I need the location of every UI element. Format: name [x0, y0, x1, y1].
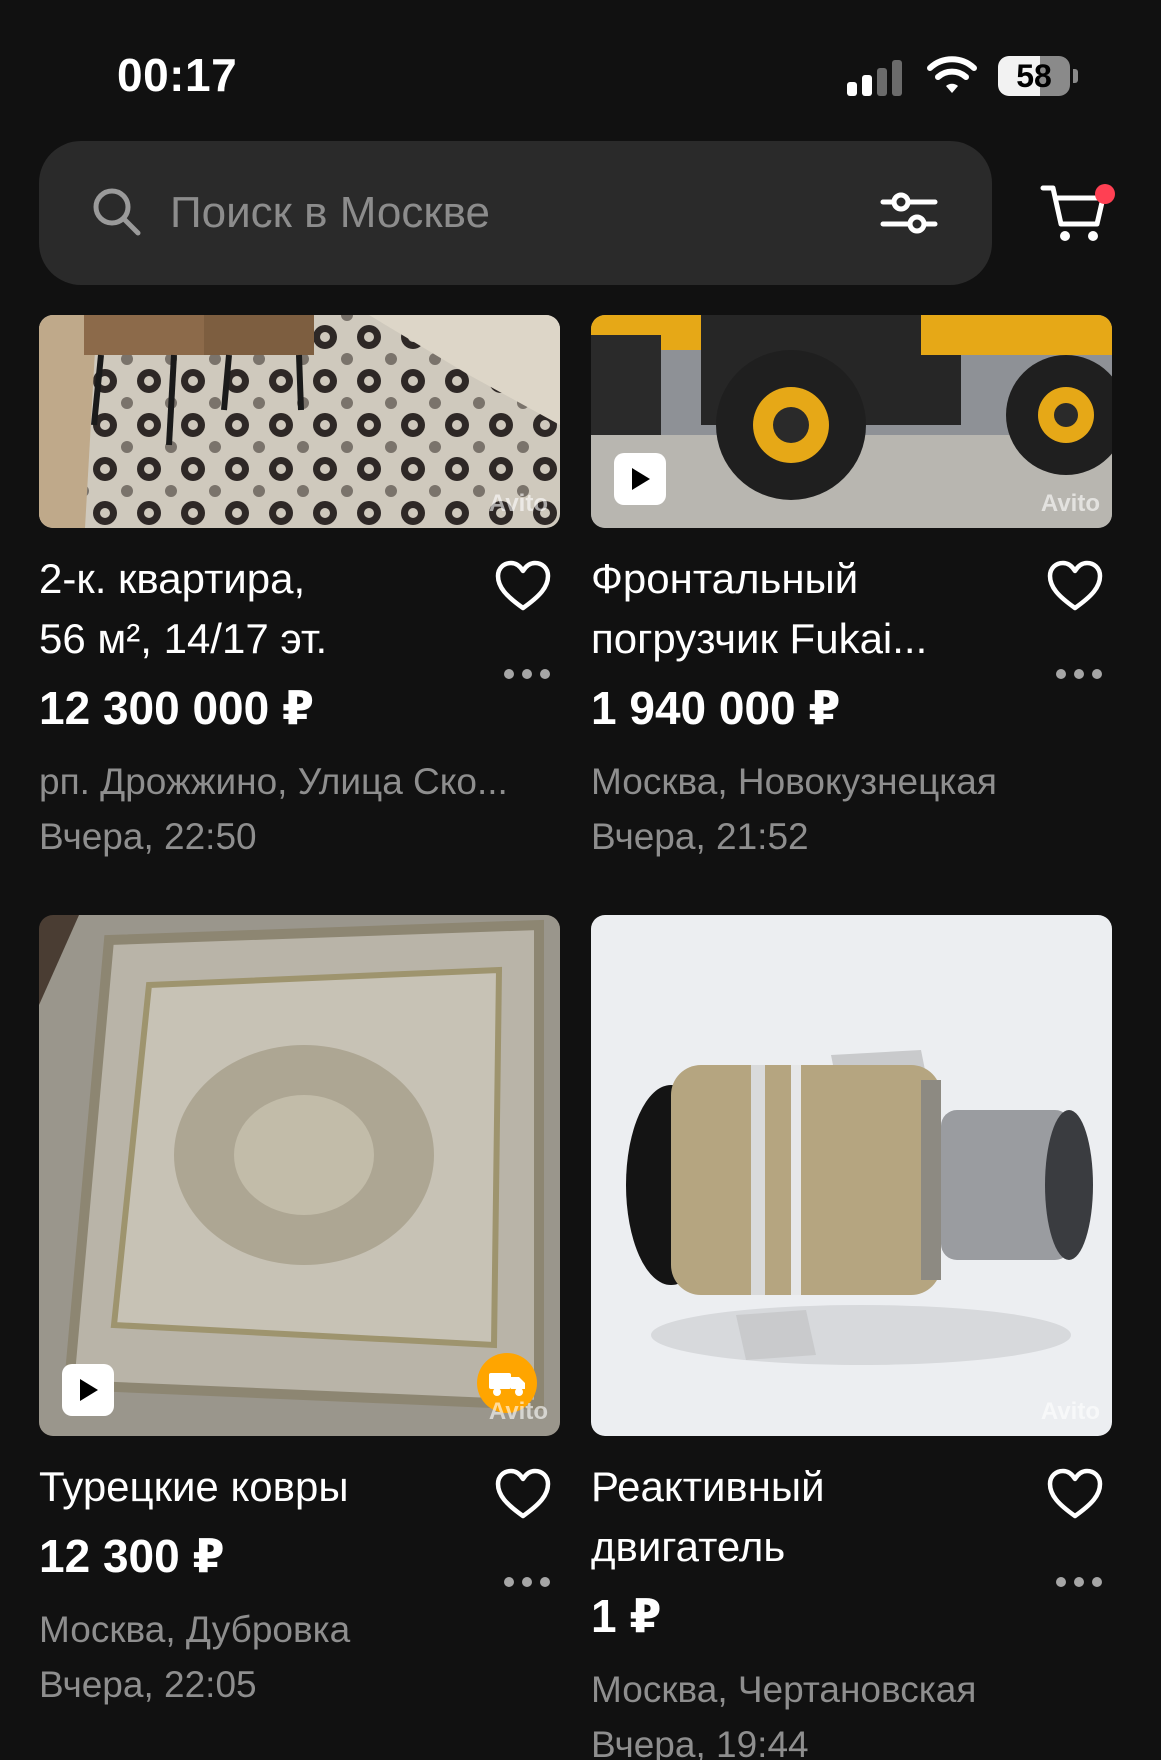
video-play-button[interactable]: [614, 453, 666, 505]
listing-photo[interactable]: Avito: [591, 315, 1112, 528]
apartment-floor-photo: [39, 315, 560, 528]
listing-date: Вчера, 22:05: [39, 1664, 257, 1705]
listing-photo[interactable]: Avito: [591, 915, 1112, 1436]
wifi-icon: [927, 56, 977, 93]
listing-location: рп. Дрожжино, Улица Ско...: [39, 761, 508, 802]
listing-location: Москва, Новокузнецкая: [591, 761, 997, 802]
cart-button[interactable]: [1039, 176, 1115, 246]
listing-location: Москва, Чертановская: [591, 1669, 977, 1710]
search-bar[interactable]: [39, 141, 992, 285]
avito-watermark: Avito: [1040, 490, 1100, 517]
battery-percent: 58: [1016, 58, 1052, 94]
listing-price: 12 300 000 ₽: [39, 682, 315, 734]
listing-location: Москва, Дубровка: [39, 1609, 351, 1650]
listing-title[interactable]: Реактивный двигатель: [591, 1457, 1031, 1577]
filter-icon[interactable]: [879, 185, 939, 241]
listing-date: Вчера, 21:52: [591, 816, 809, 857]
status-bar: 00:17 58: [0, 0, 1161, 140]
avito-watermark: Avito: [488, 1398, 548, 1425]
listing-title[interactable]: 2-к. квартира, 56 м², 14/17 эт.: [39, 549, 479, 669]
listing-price: 1 ₽: [591, 1590, 662, 1642]
more-icon[interactable]: [504, 1574, 552, 1588]
search-input[interactable]: [170, 181, 770, 245]
listing-price: 12 300 ₽: [39, 1530, 225, 1582]
battery-indicator: 58: [998, 56, 1078, 96]
heart-icon[interactable]: [1046, 1468, 1104, 1520]
more-icon[interactable]: [1056, 1574, 1104, 1588]
listing-title[interactable]: Фронтальный погрузчик Fukai...: [591, 549, 1031, 669]
status-time: 00:17: [117, 49, 238, 101]
cellular-signal-icon: [847, 60, 903, 96]
video-play-button[interactable]: [62, 1364, 114, 1416]
avito-watermark: Avito: [488, 490, 548, 517]
listing-title[interactable]: Турецкие ковры: [39, 1457, 479, 1517]
jet-engine-photo: [591, 915, 1112, 1436]
loader-photo: [591, 315, 1112, 528]
heart-icon[interactable]: [1046, 560, 1104, 612]
avito-watermark: Avito: [1040, 1398, 1100, 1425]
listing-date: Вчера, 22:50: [39, 816, 257, 857]
heart-icon[interactable]: [494, 1468, 552, 1520]
listings-grid: Avito 2-к. квартира, 56 м², 14/17 эт. 12…: [0, 315, 1161, 1760]
cart-notification-dot: [1095, 184, 1115, 204]
search-icon: [93, 188, 141, 236]
listing-photo[interactable]: Avito: [39, 915, 560, 1436]
more-icon[interactable]: [1056, 666, 1104, 680]
more-icon[interactable]: [504, 666, 552, 680]
play-icon: [80, 1379, 98, 1401]
heart-icon[interactable]: [494, 560, 552, 612]
listing-price: 1 940 000 ₽: [591, 682, 841, 734]
listing-photo[interactable]: Avito: [39, 315, 560, 528]
play-icon: [632, 468, 650, 490]
listing-date: Вчера, 19:44: [591, 1724, 809, 1760]
